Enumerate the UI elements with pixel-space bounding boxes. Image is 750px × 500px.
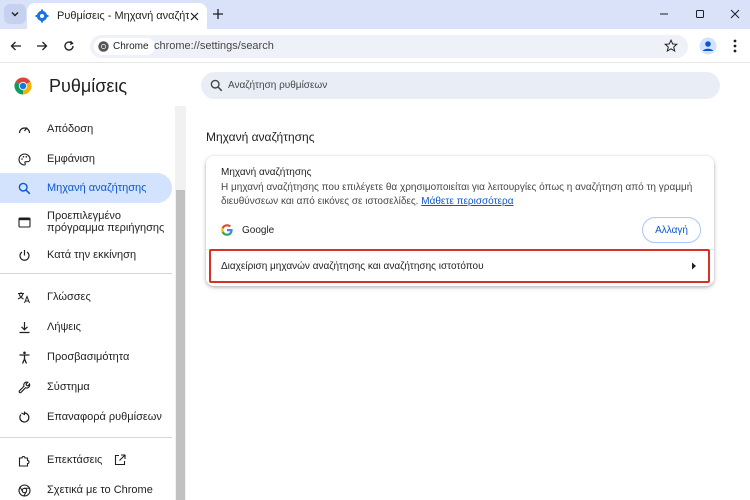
sidebar-divider	[0, 273, 172, 274]
sidebar-item-label: Κατά την εκκίνηση	[47, 249, 137, 261]
arrow-left-icon	[10, 41, 21, 51]
browser-menu-button[interactable]	[728, 37, 742, 55]
card-description: Η μηχανή αναζήτησης που επιλέγετε θα χρη…	[221, 181, 706, 209]
sidebar-item-label: Προεπιλεγμένο πρόγραμμα περιήγησης	[47, 210, 165, 234]
sidebar-item-on-startup[interactable]: Κατά την εκκίνηση	[0, 240, 172, 270]
power-icon	[17, 248, 31, 262]
current-search-engine: Google	[242, 225, 275, 236]
manage-search-engines-row[interactable]: Διαχείριση μηχανών αναζήτησης και αναζήτ…	[209, 249, 710, 283]
settings-gear-icon	[35, 9, 49, 23]
open-in-new-icon	[114, 454, 126, 466]
search-icon	[17, 181, 31, 195]
chrome-logo-icon	[98, 41, 109, 52]
search-placeholder: Αναζήτηση ρυθμίσεων	[228, 80, 328, 91]
sidebar-scrollbar-thumb[interactable]	[176, 190, 185, 500]
minimize-icon	[660, 13, 668, 15]
sidebar-item-performance[interactable]: Απόδοση	[0, 114, 172, 144]
chrome-logo-icon	[14, 77, 32, 95]
sidebar-item-downloads[interactable]: Λήψεις	[0, 312, 172, 342]
sidebar-item-extensions[interactable]: Επεκτάσεις	[0, 445, 172, 475]
maximize-icon	[696, 10, 704, 18]
page-title: Ρυθμίσεις	[49, 76, 128, 96]
sidebar-item-accessibility[interactable]: Προσβασιμότητα	[0, 342, 172, 372]
manage-search-engines-label: Διαχείριση μηχανών αναζήτησης και αναζήτ…	[221, 261, 484, 272]
search-engine-card: Μηχανή αναζήτησης Η μηχανή αναζήτησης πο…	[206, 156, 714, 286]
learn-more-link[interactable]: Μάθετε περισσότερα	[421, 196, 513, 207]
download-icon	[17, 320, 31, 334]
sidebar-item-label: Μηχανή αναζήτησης	[47, 182, 147, 194]
google-logo-icon	[221, 224, 233, 236]
sidebar-item-label: Εμφάνιση	[47, 153, 96, 165]
bookmark-star-icon[interactable]	[664, 39, 678, 53]
sidebar-item-appearance[interactable]: Εμφάνιση	[0, 144, 172, 174]
plus-icon	[213, 9, 223, 19]
sidebar-item-about-chrome[interactable]: Σχετικά με το Chrome	[0, 475, 172, 500]
card-title: Μηχανή αναζήτησης	[221, 167, 312, 178]
chrome-icon	[17, 483, 31, 497]
chevron-down-icon	[11, 12, 19, 17]
forward-button[interactable]	[33, 37, 51, 55]
chip-label: Chrome	[113, 41, 149, 52]
sidebar-item-label: Σύστημα	[47, 381, 90, 393]
sidebar-item-label: Λήψεις	[47, 321, 81, 333]
sidebar-item-default-browser[interactable]: Προεπιλεγμένο πρόγραμμα περιήγησης	[0, 206, 172, 238]
sidebar-item-label: Γλώσσες	[47, 291, 91, 303]
browser-window-icon	[17, 215, 31, 229]
sidebar-item-label: Προσβασιμότητα	[47, 351, 130, 363]
translate-icon	[17, 290, 31, 304]
reset-icon	[17, 410, 31, 424]
close-window-button[interactable]	[726, 5, 744, 23]
sidebar-item-label: Επεκτάσεις	[47, 454, 103, 466]
address-bar[interactable]: Chrome chrome://settings/search	[90, 35, 688, 58]
tab-title: Ρυθμίσεις - Μηχανή αναζήτησης	[57, 10, 189, 22]
tab-search-button[interactable]	[4, 4, 26, 24]
close-tab-icon[interactable]	[187, 9, 201, 23]
tab-strip: Ρυθμίσεις - Μηχανή αναζήτησης	[0, 0, 750, 29]
sidebar-item-system[interactable]: Σύστημα	[0, 372, 172, 402]
arrow-right-icon	[692, 262, 696, 270]
sidebar-item-label: Επαναφορά ρυθμίσεων	[47, 411, 162, 423]
maximize-button[interactable]	[691, 5, 709, 23]
puzzle-icon	[17, 453, 31, 467]
palette-icon	[17, 152, 31, 166]
minimize-button[interactable]	[655, 5, 673, 23]
settings-search-input[interactable]: Αναζήτηση ρυθμίσεων	[201, 72, 720, 99]
change-search-engine-button[interactable]: Αλλαγή	[642, 217, 701, 243]
sidebar-item-reset-settings[interactable]: Επαναφορά ρυθμίσεων	[0, 402, 172, 432]
arrow-right-icon	[37, 41, 48, 51]
sidebar-divider	[0, 437, 172, 438]
more-vert-icon	[733, 39, 737, 53]
reload-button[interactable]	[60, 37, 78, 55]
close-icon	[730, 9, 740, 19]
sidebar-item-label: Σχετικά με το Chrome	[47, 484, 153, 496]
active-tab[interactable]: Ρυθμίσεις - Μηχανή αναζήτησης	[27, 3, 207, 29]
wrench-icon	[17, 380, 31, 394]
accessibility-icon	[17, 350, 31, 364]
speedometer-icon	[17, 122, 31, 136]
url-text: chrome://settings/search	[154, 40, 274, 52]
reload-icon	[64, 40, 74, 51]
new-tab-button[interactable]	[209, 5, 227, 23]
search-icon	[210, 79, 223, 92]
section-heading: Μηχανή αναζήτησης	[206, 130, 315, 144]
profile-avatar-icon[interactable]	[699, 37, 717, 55]
site-info-chip[interactable]: Chrome	[94, 38, 155, 55]
browser-toolbar: Chrome chrome://settings/search	[0, 29, 750, 63]
sidebar-item-label: Απόδοση	[47, 123, 94, 135]
back-button[interactable]	[7, 37, 25, 55]
sidebar-item-languages[interactable]: Γλώσσες	[0, 282, 172, 312]
sidebar-item-search-engine[interactable]: Μηχανή αναζήτησης	[0, 173, 172, 203]
